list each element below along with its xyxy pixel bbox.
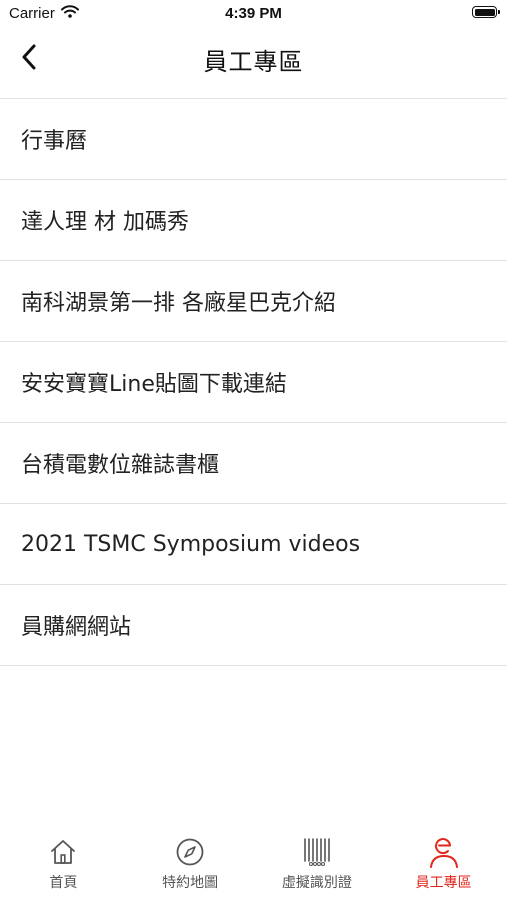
status-bar: Carrier 4:39 PM bbox=[0, 0, 507, 28]
screen: Carrier 4:39 PM 員工專區 行事曆 達人理 材 加碼秀 南科湖景第… bbox=[0, 0, 507, 900]
nav-bar: 員工專區 bbox=[0, 28, 507, 99]
tab-virtual-id[interactable]: 虛擬識別證 bbox=[254, 830, 381, 900]
battery-icon bbox=[472, 6, 500, 18]
tab-employee-zone[interactable]: 員工專區 bbox=[380, 830, 507, 900]
list-item-symposium-videos[interactable]: 2021 TSMC Symposium videos bbox=[0, 504, 507, 585]
barcode-icon bbox=[300, 835, 334, 869]
tab-map-label: 特約地圖 bbox=[162, 875, 219, 891]
tab-virtual-id-label: 虛擬識別證 bbox=[281, 875, 352, 891]
tab-map[interactable]: 特約地圖 bbox=[127, 830, 254, 900]
page-title: 員工專區 bbox=[203, 48, 304, 76]
list-item-line-stickers[interactable]: 安安寶寶Line貼圖下載連結 bbox=[0, 342, 507, 423]
list-item-finance-show[interactable]: 達人理 材 加碼秀 bbox=[0, 180, 507, 261]
list-item-calendar[interactable]: 行事曆 bbox=[0, 99, 507, 180]
list-item-starbucks-intro[interactable]: 南科湖景第一排 各廠星巴克介紹 bbox=[0, 261, 507, 342]
status-time: 4:39 PM bbox=[225, 5, 282, 22]
tab-home[interactable]: 首頁 bbox=[0, 830, 127, 900]
tab-employee-zone-label: 員工專區 bbox=[415, 875, 472, 891]
person-icon bbox=[427, 835, 461, 869]
compass-icon bbox=[173, 835, 207, 869]
home-icon bbox=[46, 835, 80, 869]
list-item-employee-shop[interactable]: 員購網網站 bbox=[0, 585, 507, 666]
tab-bar: 首頁 特約地圖 虛擬識別證 員工專區 bbox=[0, 830, 507, 900]
tab-home-label: 首頁 bbox=[49, 875, 78, 891]
menu-list: 行事曆 達人理 材 加碼秀 南科湖景第一排 各廠星巴克介紹 安安寶寶Line貼圖… bbox=[0, 99, 507, 666]
list-item-digital-magazine[interactable]: 台積電數位雜誌書櫃 bbox=[0, 423, 507, 504]
